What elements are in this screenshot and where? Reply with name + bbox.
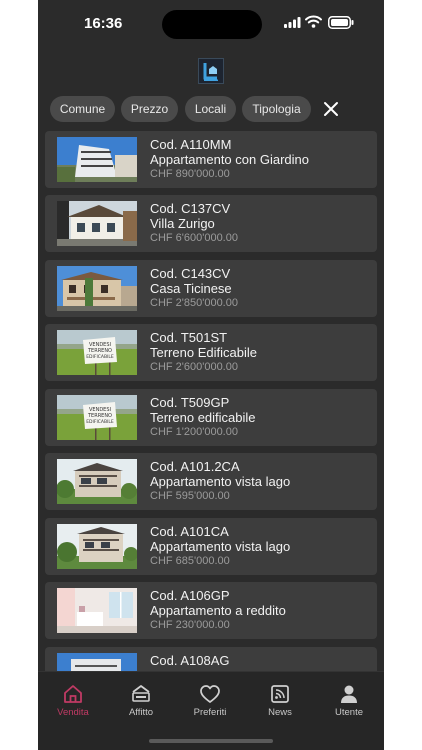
listing-price: CHF 2'850'000.00 (150, 297, 238, 309)
listing-price: CHF 2'600'000.00 (150, 361, 238, 373)
sign-text-line: EDIFICABILE (86, 419, 114, 425)
cellular-signal-icon (284, 17, 301, 28)
listing-title: Terreno edificabile (150, 410, 256, 425)
listing-photo (57, 524, 137, 569)
listing-code: Cod. A108AG (150, 653, 230, 668)
filter-locali[interactable]: Locali (185, 96, 236, 122)
listing-card[interactable]: VENDESI TERRENO EDIFICABILE Cod. T509GP … (45, 389, 377, 446)
listing-code: Cod. A101CA (150, 524, 229, 539)
house-icon (64, 685, 82, 703)
listing-title: Appartamento vista lago (150, 539, 291, 554)
listing-code: Cod. C137CV (150, 201, 231, 216)
listing-photo: VENDESI TERRENO EDIFICABILE (57, 395, 137, 440)
sign-text-line: EDIFICABILE (86, 354, 114, 360)
listing-photo (57, 459, 137, 504)
user-icon (341, 685, 357, 703)
listing-price: CHF 685'000.00 (150, 555, 230, 567)
app-screen: 16:36 Comune Prezzo Locali Tipologia Cod… (38, 0, 384, 750)
listing-card[interactable]: VENDESI TERRENO EDIFICABILE Cod. T501ST … (45, 324, 377, 381)
listing-card[interactable]: Cod. A108AG (45, 647, 377, 671)
wifi-icon (305, 15, 322, 28)
listing-code: Cod. T501ST (150, 330, 228, 345)
app-logo-icon (198, 58, 224, 84)
listing-title: Terreno Edificabile (150, 345, 257, 360)
listing-code: Cod. A101.2CA (150, 459, 240, 474)
filter-bar: Comune Prezzo Locali Tipologia (38, 96, 384, 124)
listing-title: Appartamento a reddito (150, 603, 286, 618)
listing-list: Cod. A110MM Appartamento con Giardino CH… (38, 131, 384, 671)
sign-text-line: TERRENO (87, 413, 112, 419)
tab-preferiti[interactable]: Preferiti (180, 684, 240, 718)
listing-title: Casa Ticinese (150, 281, 232, 296)
tab-label: Affitto (128, 707, 154, 718)
heart-icon (200, 685, 220, 703)
tab-news[interactable]: News (250, 684, 310, 718)
filter-tipologia[interactable]: Tipologia (242, 96, 311, 122)
tab-label: Preferiti (193, 707, 227, 718)
listing-card[interactable]: Cod. C137CV Villa Zurigo CHF 6'600'000.0… (45, 195, 377, 252)
listing-photo (57, 266, 137, 311)
listing-photo (57, 653, 137, 671)
listing-title: Appartamento vista lago (150, 474, 291, 489)
sign-text-line: TERRENO (87, 348, 112, 354)
news-icon (271, 685, 289, 703)
listing-card[interactable]: Cod. A106GP Appartamento a reddito CHF 2… (45, 582, 377, 639)
listing-card[interactable]: Cod. A101CA Appartamento vista lago CHF … (45, 518, 377, 575)
listing-photo (57, 201, 137, 246)
listing-photo: VENDESI TERRENO EDIFICABILE (57, 330, 137, 375)
listing-price: CHF 890'000.00 (150, 168, 230, 180)
status-bar: 16:36 (38, 0, 384, 48)
filter-comune[interactable]: Comune (50, 96, 115, 122)
listing-card[interactable]: Cod. A101.2CA Appartamento vista lago CH… (45, 453, 377, 510)
listing-code: Cod. T509GP (150, 395, 230, 410)
listing-title: Villa Zurigo (150, 216, 215, 231)
tab-vendita[interactable]: Vendita (43, 684, 103, 718)
home-indicator[interactable] (149, 739, 273, 743)
listing-price: CHF 1'200'000.00 (150, 426, 238, 438)
tab-utente[interactable]: Utente (319, 684, 379, 718)
rent-sign-icon (132, 685, 150, 702)
tab-label: Utente (335, 707, 363, 718)
filter-prezzo[interactable]: Prezzo (121, 96, 178, 122)
dynamic-island (162, 10, 262, 39)
listing-price: CHF 595'000.00 (150, 490, 230, 502)
tab-label: News (268, 707, 292, 718)
tab-label: Vendita (57, 707, 89, 718)
listing-code: Cod. A110MM (150, 137, 232, 152)
listing-price: CHF 230'000.00 (150, 619, 230, 631)
battery-icon (328, 16, 354, 29)
listing-card[interactable]: Cod. C143CV Casa Ticinese CHF 2'850'000.… (45, 260, 377, 317)
listing-photo (57, 137, 137, 182)
listing-code: Cod. C143CV (150, 266, 231, 281)
tab-affitto[interactable]: Affitto (111, 684, 171, 718)
listing-card[interactable]: Cod. A110MM Appartamento con Giardino CH… (45, 131, 377, 188)
listing-title: Appartamento con Giardino (150, 152, 309, 167)
close-icon[interactable] (321, 99, 341, 119)
listing-code: Cod. A106GP (150, 588, 230, 603)
status-time: 16:36 (84, 15, 123, 32)
listing-price: CHF 6'600'000.00 (150, 232, 238, 244)
listing-photo (57, 588, 137, 633)
